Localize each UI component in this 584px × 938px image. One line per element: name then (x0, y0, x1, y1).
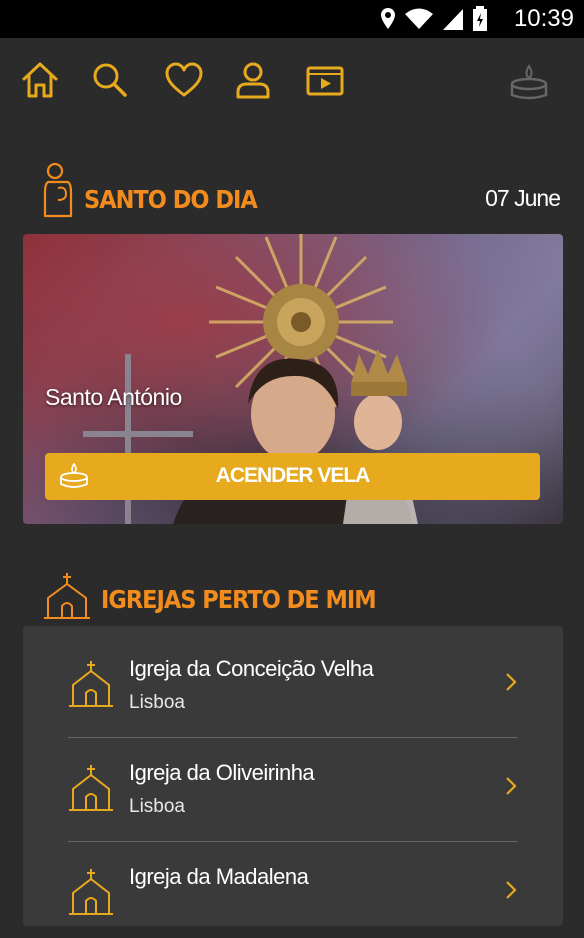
church-city: Lisboa (129, 796, 185, 817)
church-list: Igreja da Conceição Velha Lisboa Igreja … (23, 626, 563, 926)
saint-icon (43, 162, 73, 218)
church-icon (44, 573, 90, 619)
candle-icon[interactable] (509, 62, 549, 102)
video-icon[interactable] (305, 60, 345, 100)
battery-icon (473, 6, 487, 31)
list-item[interactable]: Igreja da Madalena (23, 834, 563, 938)
profile-icon[interactable] (233, 60, 273, 100)
church-city: Lisboa (129, 692, 185, 713)
saint-name: Santo António (45, 384, 182, 410)
churches-section-title: IGREJAS PERTO DE MIM (101, 585, 377, 614)
chevron-right-icon (506, 881, 517, 899)
church-name: Igreja da Madalena (129, 864, 309, 889)
home-icon[interactable] (20, 60, 60, 100)
church-name: Igreja da Conceição Velha (129, 656, 374, 681)
chevron-right-icon (506, 673, 517, 691)
list-item[interactable]: Igreja da Conceição Velha Lisboa (23, 626, 563, 730)
clock: 10:39 (513, 5, 574, 32)
heart-icon[interactable] (164, 60, 204, 100)
signal-icon (443, 9, 463, 30)
search-icon[interactable] (90, 60, 130, 100)
saint-section-title: SANTO DO DIA (84, 185, 258, 214)
church-icon (69, 661, 113, 707)
saint-card[interactable]: Santo António ACENDER VELA (23, 234, 563, 524)
chevron-right-icon (506, 777, 517, 795)
church-icon (69, 765, 113, 811)
church-name: Igreja da Oliveirinha (129, 760, 315, 785)
light-candle-button[interactable]: ACENDER VELA (45, 453, 540, 500)
top-toolbar (0, 38, 584, 128)
light-candle-label: ACENDER VELA (215, 464, 371, 487)
church-icon (69, 869, 113, 915)
wifi-icon (405, 8, 433, 29)
saint-date: 07 June (485, 185, 561, 211)
list-item[interactable]: Igreja da Oliveirinha Lisboa (23, 730, 563, 834)
location-icon (381, 8, 395, 29)
status-bar: 10:39 (0, 0, 584, 38)
